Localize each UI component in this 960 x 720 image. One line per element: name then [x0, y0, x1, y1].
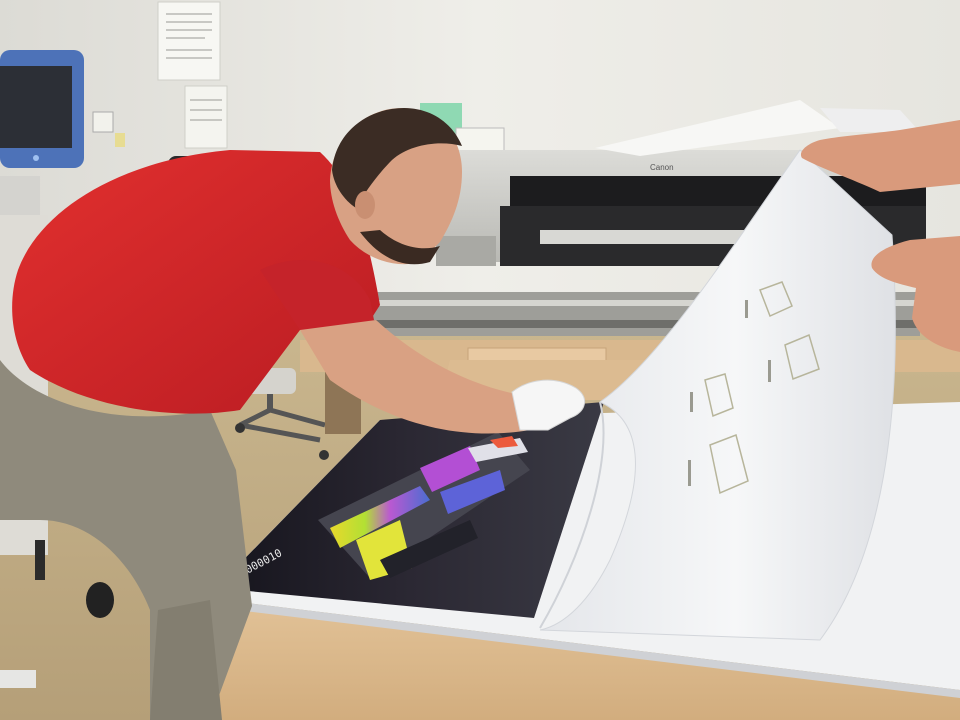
- photo-scene: Canon 01000010: [0, 0, 960, 720]
- printer-brand-label: Canon: [650, 163, 674, 172]
- left-edge-object: [0, 670, 36, 688]
